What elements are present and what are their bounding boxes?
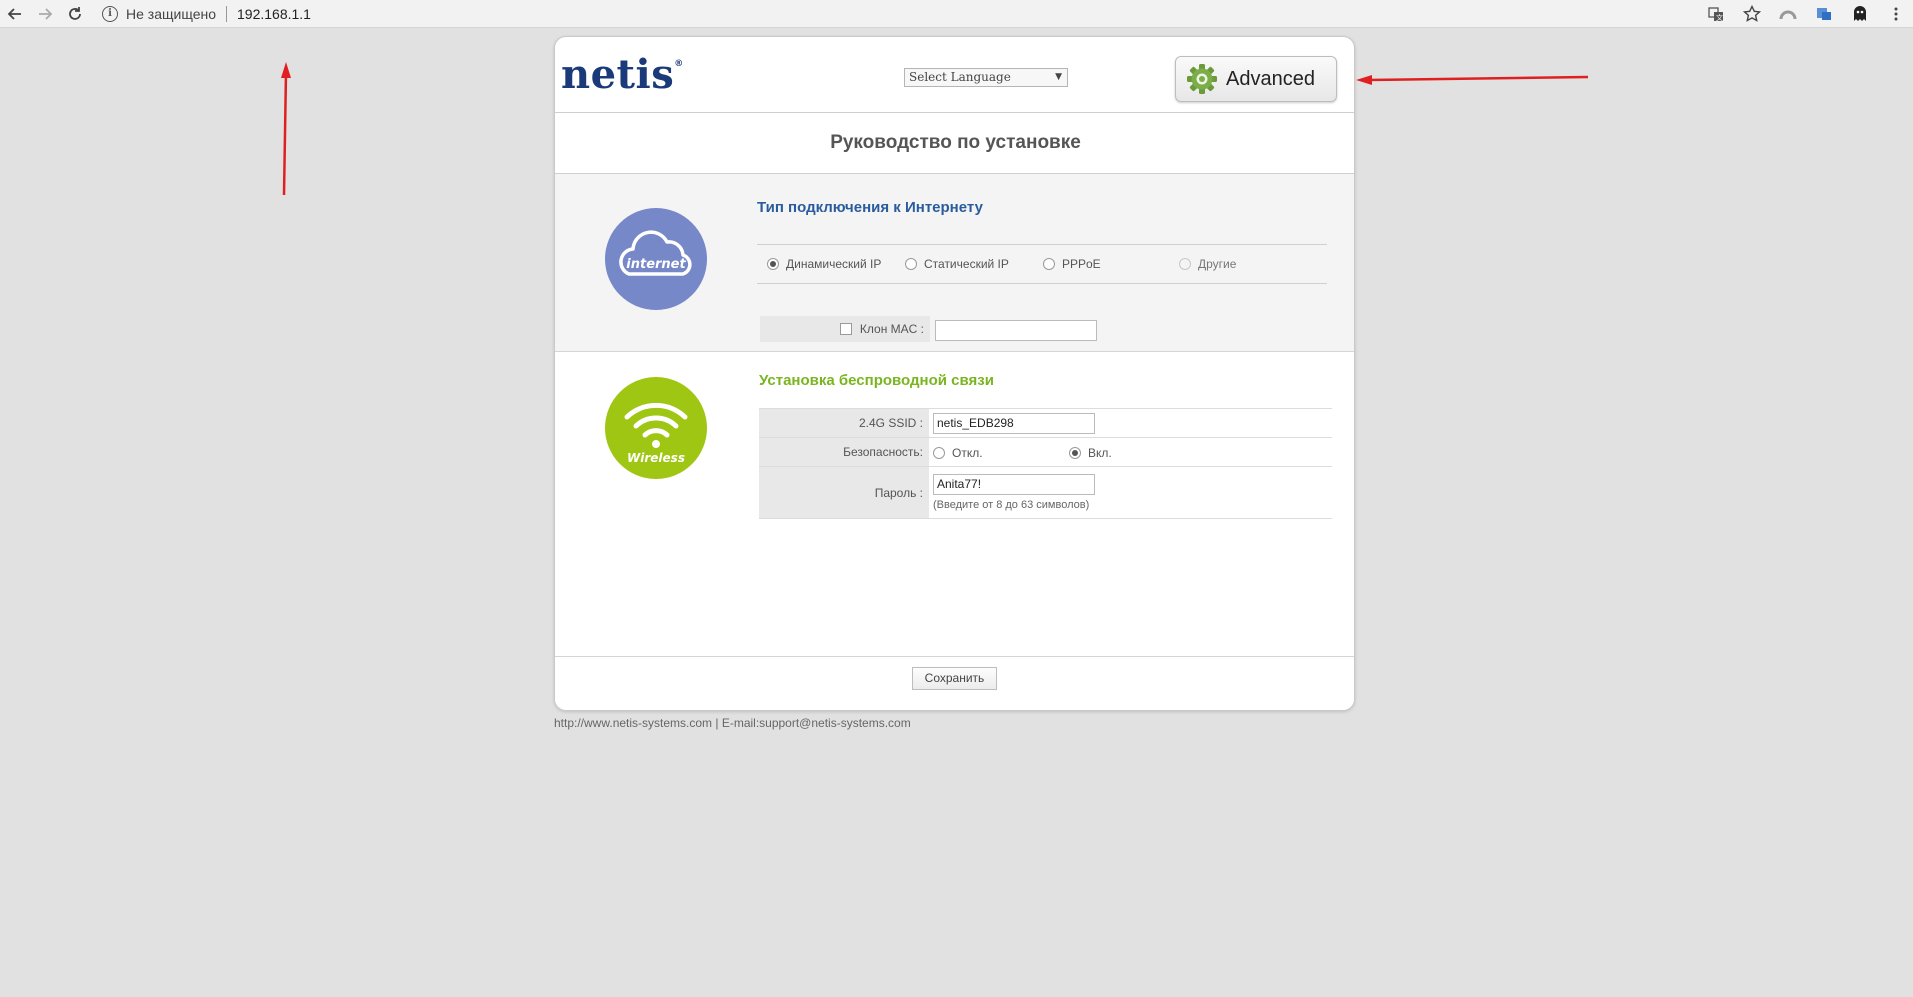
radio-pppoe[interactable] [1043, 258, 1055, 270]
extension-arc-icon[interactable] [1779, 5, 1797, 23]
wireless-section: Wireless Установка беспроводной связи 2.… [555, 352, 1354, 656]
wireless-wifi-icon: Wireless [605, 377, 707, 479]
password-label: Пароль : [759, 467, 929, 518]
wireless-section-title: Установка беспроводной связи [759, 372, 994, 389]
security-off-label: Откл. [952, 446, 983, 460]
toolbar-icons: 文 [1707, 0, 1905, 28]
radio-static-ip[interactable] [905, 258, 917, 270]
radio-security-off[interactable] [933, 447, 945, 459]
security-on-label: Вкл. [1088, 446, 1112, 460]
extension-ghost-icon[interactable] [1851, 5, 1869, 23]
page-title: Руководство по установке [555, 113, 1354, 174]
security-label: Безопасность: [759, 438, 929, 466]
connection-pppoe[interactable]: PPPoE [1043, 257, 1101, 271]
internet-section-title: Тип подключения к Интернету [757, 199, 983, 216]
dropdown-arrow-icon: ▼ [1055, 72, 1062, 82]
bookmark-star-icon[interactable] [1743, 5, 1761, 23]
back-button[interactable] [0, 0, 30, 28]
security-off-option[interactable]: Откл. [933, 446, 983, 460]
connection-static-ip[interactable]: Статический IP [905, 257, 1009, 271]
mac-clone-label-cell: Клон MAC : [760, 316, 930, 342]
connection-dynamic-ip[interactable]: Динамический IP [767, 257, 881, 271]
password-hint: (Введите от 8 до 63 символов) [933, 499, 1090, 511]
address-bar[interactable]: i Не защищено 192.168.1.1 [102, 3, 311, 25]
security-on-option[interactable]: Вкл. [1069, 446, 1112, 460]
save-button[interactable]: Сохранить [912, 667, 997, 690]
mac-address-input[interactable] [935, 320, 1097, 341]
advanced-button[interactable]: Advanced [1175, 56, 1337, 102]
extension-blue-icon[interactable] [1815, 5, 1833, 23]
security-status: Не защищено [126, 5, 216, 22]
language-select-value: Select Language [909, 70, 1011, 84]
page-footer-links[interactable]: http://www.netis-systems.com | E-mail:su… [554, 716, 911, 730]
security-options: Откл. Вкл. [929, 438, 1332, 466]
svg-text:Wireless: Wireless [627, 451, 685, 465]
info-icon[interactable]: i [102, 5, 118, 22]
forward-button[interactable] [30, 0, 60, 28]
ssid-row: 2.4G SSID : netis_EDB298 [759, 409, 1332, 438]
password-value-cell: Anita77! (Введите от 8 до 63 символов) [929, 467, 1332, 518]
address-separator [226, 5, 227, 22]
panel-header: netis® Select Language ▼ Advanced [555, 37, 1354, 113]
svg-text:文: 文 [1716, 13, 1723, 22]
reload-icon [69, 6, 81, 20]
password-row: Пароль : Anita77! (Введите от 8 до 63 си… [759, 467, 1332, 519]
wireless-settings-table: 2.4G SSID : netis_EDB298 Безопасность: О… [759, 408, 1332, 519]
internet-cloud-icon: internet [605, 208, 707, 310]
annotation-arrow-left [1356, 75, 1589, 85]
router-setup-panel: netis® Select Language ▼ Advanced Руково… [554, 36, 1355, 711]
connection-pppoe-label: PPPoE [1062, 257, 1101, 271]
advanced-button-label: Advanced [1226, 67, 1315, 90]
radio-other[interactable] [1179, 258, 1191, 270]
ssid-label: 2.4G SSID : [759, 409, 929, 437]
connection-type-options: Динамический IP Статический IP PPPoE Дру… [757, 244, 1327, 284]
connection-static-ip-label: Статический IP [924, 257, 1009, 271]
panel-footer: Сохранить [555, 656, 1354, 710]
security-row: Безопасность: Откл. Вкл. [759, 438, 1332, 467]
connection-other-label: Другие [1198, 257, 1237, 271]
radio-dynamic-ip[interactable] [767, 258, 779, 270]
arrow-right-icon [39, 7, 53, 20]
reload-button[interactable] [60, 0, 90, 28]
radio-security-on[interactable] [1069, 447, 1081, 459]
language-select[interactable]: Select Language ▼ [904, 68, 1068, 87]
browser-toolbar: i Не защищено 192.168.1.1 文 [0, 0, 1913, 28]
svg-text:internet: internet [626, 257, 686, 272]
mac-clone-label: Клон MAC : [859, 322, 924, 336]
connection-other[interactable]: Другие [1179, 257, 1236, 271]
translate-icon[interactable]: 文 [1707, 5, 1725, 23]
gear-icon [1187, 64, 1217, 94]
annotation-arrow-up [281, 62, 291, 196]
netis-logo: netis® [561, 51, 684, 98]
menu-kebab-icon[interactable] [1887, 5, 1905, 23]
ssid-input[interactable]: netis_EDB298 [933, 412, 1095, 434]
url-text[interactable]: 192.168.1.1 [237, 6, 311, 22]
mac-clone-checkbox[interactable] [839, 323, 852, 335]
internet-section: internet Тип подключения к Интернету Дин… [555, 174, 1354, 352]
connection-dynamic-ip-label: Динамический IP [786, 257, 882, 271]
arrow-left-icon [7, 7, 21, 20]
password-input[interactable]: Anita77! [933, 474, 1095, 495]
ssid-value-cell: netis_EDB298 [929, 409, 1332, 437]
